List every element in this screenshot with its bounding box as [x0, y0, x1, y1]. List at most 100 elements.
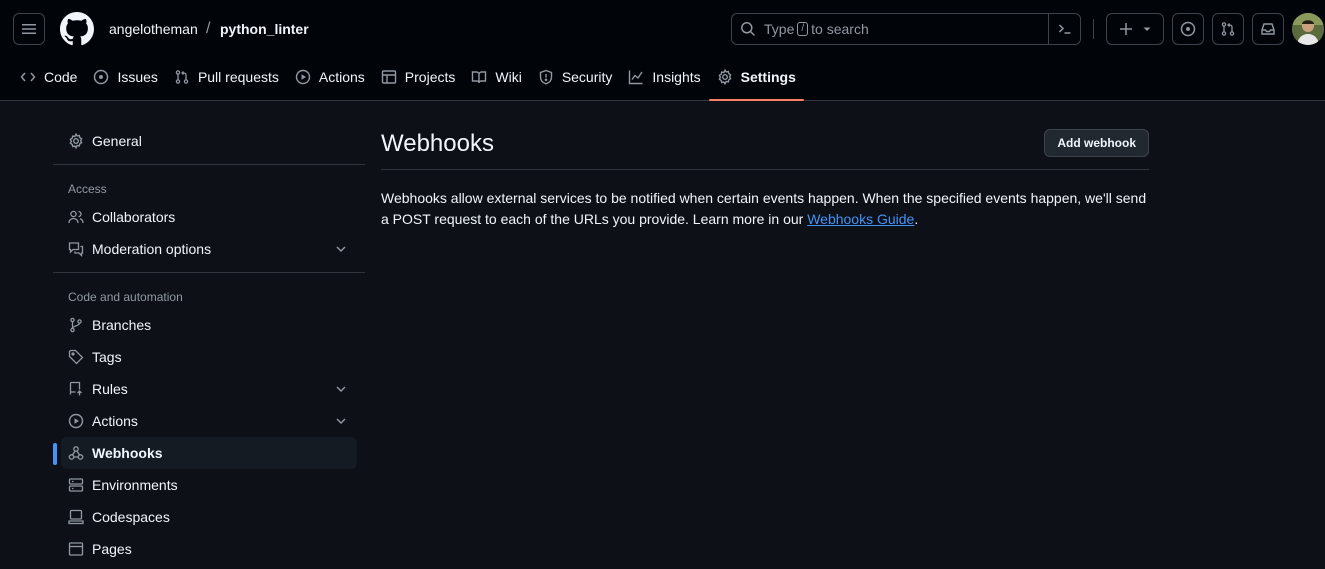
breadcrumb-repo[interactable]: python_linter — [220, 21, 309, 37]
plus-icon — [1120, 23, 1132, 35]
sidebar-item-tags[interactable]: Tags — [53, 341, 365, 373]
sidebar-item-label: Environments — [92, 477, 178, 493]
git-pull-request-icon — [1221, 22, 1235, 36]
book-icon — [472, 71, 487, 84]
sidebar-item-label: Tags — [92, 349, 122, 365]
pull-requests-button[interactable] — [1212, 13, 1244, 45]
inbox-icon — [1261, 23, 1275, 35]
sidebar-item-rules[interactable]: Rules — [53, 373, 365, 405]
tab-actions-label: Actions — [318, 69, 365, 85]
sidebar-divider — [53, 164, 365, 165]
sidebar-item-label: Moderation options — [92, 241, 212, 257]
issue-opened-icon — [94, 69, 109, 85]
github-logo-icon[interactable] — [60, 12, 94, 46]
tab-projects-label: Projects — [404, 69, 456, 85]
play-icon — [68, 413, 84, 429]
sidebar-item-label: Branches — [92, 317, 152, 333]
webhooks-description: Webhooks allow external services to be n… — [381, 188, 1149, 230]
sidebar-divider — [53, 272, 365, 273]
server-icon — [68, 478, 84, 492]
menu-button[interactable] — [13, 13, 45, 45]
webhook-icon — [68, 446, 84, 460]
app-header: angelotheman / python_linter Type / to s… — [0, 0, 1325, 101]
sidebar-item-label: Rules — [92, 381, 128, 397]
tab-issues-label: Issues — [117, 69, 158, 85]
sidebar-item-codespaces[interactable]: Codespaces — [53, 501, 365, 533]
avatar[interactable] — [1292, 13, 1324, 45]
sidebar-item-branches[interactable]: Branches — [53, 309, 365, 341]
graph-icon — [629, 70, 643, 85]
tab-security-label: Security — [561, 69, 613, 85]
sidebar-item-general[interactable]: General — [53, 125, 365, 157]
breadcrumb-separator: / — [206, 20, 211, 37]
search-placeholder: Type / to search — [764, 21, 869, 37]
comment-discussion-icon — [68, 242, 84, 257]
chevron-down-icon — [336, 386, 346, 393]
tab-settings[interactable]: Settings — [708, 61, 805, 101]
webhooks-guide-link[interactable]: Webhooks Guide — [807, 211, 914, 227]
search-input[interactable]: Type / to search — [731, 13, 1081, 45]
create-new-button[interactable] — [1106, 13, 1164, 45]
command-palette-button[interactable] — [1048, 14, 1080, 44]
tag-icon — [68, 349, 84, 365]
play-icon — [295, 69, 311, 85]
tab-wiki-label: Wiki — [495, 69, 522, 85]
header-divider — [1093, 19, 1094, 39]
tab-insights[interactable]: Insights — [620, 61, 708, 93]
search-icon — [741, 22, 756, 37]
add-webhook-button[interactable]: Add webhook — [1044, 129, 1149, 157]
tab-pull-requests[interactable]: Pull requests — [166, 61, 287, 93]
tab-insights-label: Insights — [652, 69, 701, 85]
tab-code-label: Code — [44, 69, 78, 85]
inbox-button[interactable] — [1252, 13, 1284, 45]
table-icon — [381, 70, 396, 84]
git-branch-icon — [70, 317, 82, 333]
tab-pull-requests-label: Pull requests — [197, 69, 279, 85]
sidebar-item-label: General — [92, 133, 142, 149]
user-avatar-icon — [1292, 13, 1324, 45]
breadcrumb-owner[interactable]: angelotheman — [109, 21, 198, 37]
sidebar-group-access: Access — [68, 182, 107, 196]
sidebar-item-label: Collaborators — [92, 209, 176, 225]
search-placeholder-suffix: to search — [811, 21, 869, 37]
sidebar-item-collaborators[interactable]: Collaborators — [53, 201, 365, 233]
sidebar-item-label: Pages — [92, 541, 132, 557]
sidebar-item-moderation-options[interactable]: Moderation options — [53, 233, 365, 265]
triangle-down-icon — [1143, 27, 1151, 31]
sidebar-item-label: Actions — [92, 413, 138, 429]
tab-code[interactable]: Code — [12, 61, 85, 93]
chevron-down-icon — [336, 246, 346, 253]
people-icon — [68, 210, 84, 224]
description-text: Webhooks allow external services to be n… — [381, 190, 1147, 227]
title-divider — [381, 169, 1149, 170]
sidebar-item-environments[interactable]: Environments — [53, 469, 365, 501]
tab-projects[interactable]: Projects — [373, 61, 464, 93]
page-title: Webhooks — [381, 130, 494, 157]
tab-issues[interactable]: Issues — [85, 61, 165, 93]
main-content: Webhooks Add webhook Webhooks allow exte… — [381, 125, 1149, 230]
repo-push-icon — [69, 381, 82, 396]
sidebar-item-actions[interactable]: Actions — [53, 405, 365, 437]
browser-icon — [68, 542, 84, 556]
codespaces-icon — [68, 509, 84, 525]
description-end: . — [914, 211, 919, 227]
issues-button[interactable] — [1172, 13, 1204, 45]
search-shortcut-key: / — [797, 22, 809, 36]
code-icon — [20, 72, 36, 82]
gear-icon — [718, 69, 732, 85]
shield-icon — [539, 69, 553, 85]
repo-nav: Code Issues Pull requests Actions Projec… — [12, 61, 805, 101]
sidebar-item-pages[interactable]: Pages — [53, 533, 365, 565]
settings-sidebar: General Access Collaborators Moderation … — [53, 125, 365, 565]
gear-icon — [69, 133, 83, 149]
tab-settings-label: Settings — [740, 69, 796, 85]
tab-security[interactable]: Security — [530, 61, 621, 93]
sidebar-group-code-and-automation: Code and automation — [68, 290, 183, 304]
sidebar-item-webhooks[interactable]: Webhooks — [53, 437, 357, 469]
tab-actions[interactable]: Actions — [287, 61, 373, 93]
sidebar-item-label: Codespaces — [92, 509, 170, 525]
tab-wiki[interactable]: Wiki — [463, 61, 529, 93]
issue-opened-icon — [1180, 21, 1196, 37]
hamburger-icon — [22, 24, 36, 34]
search-placeholder-prefix: Type — [764, 21, 795, 37]
